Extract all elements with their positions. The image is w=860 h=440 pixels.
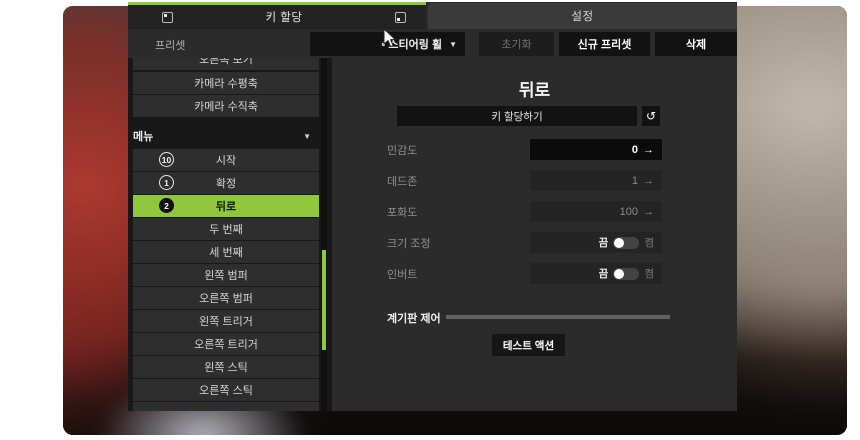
list-scrollbar-thumb[interactable] xyxy=(322,250,326,350)
reset-binding-button[interactable]: ↺ xyxy=(642,106,660,126)
preset-label: 프리셋 xyxy=(155,37,185,53)
list-item-back-selected[interactable]: 2 뒤로 xyxy=(133,195,319,217)
tab-key-assign-label: 키 할당 xyxy=(173,9,395,25)
list-item-right-bumper[interactable]: 오른쪽 범퍼 xyxy=(133,287,319,309)
preset-reset-button[interactable]: 초기화 xyxy=(479,32,554,56)
test-action-button[interactable]: 테스트 액션 xyxy=(492,334,565,356)
sensitivity-field[interactable]: 0 → xyxy=(530,139,662,160)
scaling-label: 크기 조정 xyxy=(387,232,527,253)
tab-key-assign[interactable]: 키 할당 xyxy=(128,5,426,29)
toggle-on-label: 켬 xyxy=(644,235,654,250)
list-item-start[interactable]: 10 시작 xyxy=(133,149,319,171)
list-item-left-bumper[interactable]: 왼쪽 범퍼 xyxy=(133,264,319,286)
increase-arrow-icon[interactable]: → xyxy=(643,175,654,187)
invert-label: 인버트 xyxy=(387,263,527,284)
toggle-switch[interactable] xyxy=(613,268,639,280)
increase-arrow-icon[interactable]: → xyxy=(643,144,654,156)
keyboard-device-icon xyxy=(162,12,173,23)
screen: 키 할당 설정 프리셋 • 스티어링 휠 ▼ 초기화 신규 프리셋 삭제 오른쪽… xyxy=(0,0,860,440)
toggle-knob xyxy=(614,269,624,279)
deadzone-label: 데드존 xyxy=(387,170,527,191)
list-item-camera-vertical[interactable]: 카메라 수직축 xyxy=(133,95,319,117)
list-item-right-trigger[interactable]: 오른쪽 트리거 xyxy=(133,333,319,355)
toggle-on-label: 켬 xyxy=(644,266,654,281)
saturation-field[interactable]: 100 → xyxy=(530,201,662,222)
action-list: 오른쪽 보기 카메라 수평축 카메라 수직축 메뉴 ▼ 10 시작 1 확정 2 xyxy=(128,58,332,411)
list-item-second[interactable]: 두 번째 xyxy=(133,218,319,240)
tab-settings[interactable]: 설정 xyxy=(428,3,737,29)
scaling-toggle-field[interactable]: 끔 켬 xyxy=(530,232,662,253)
button-10-badge: 10 xyxy=(159,152,174,167)
gamepad-device-icon xyxy=(395,12,406,23)
preset-delete-button[interactable]: 삭제 xyxy=(655,32,737,56)
increase-arrow-icon[interactable]: → xyxy=(643,206,654,218)
page-title: 뒤로 xyxy=(332,76,737,101)
undo-icon: ↺ xyxy=(646,109,656,123)
preset-toolbar: 프리셋 • 스티어링 휠 ▼ 초기화 신규 프리셋 삭제 xyxy=(128,29,737,58)
chevron-down-icon: ▼ xyxy=(303,132,311,141)
preset-new-button[interactable]: 신규 프리셋 xyxy=(559,32,650,56)
action-detail-panel: 뒤로 키 할당하기 ↺ 민감도 0 → 데드존 1 → 포화도 100 → 크기… xyxy=(332,58,737,411)
list-item-left-stick[interactable]: 왼쪽 스틱 xyxy=(133,356,319,378)
deadzone-field[interactable]: 1 → xyxy=(530,170,662,191)
menu-section-header[interactable]: 메뉴 ▼ xyxy=(133,125,319,147)
assign-key-button[interactable]: 키 할당하기 xyxy=(397,106,637,126)
list-item-camera-horizontal[interactable]: 카메라 수평축 xyxy=(133,72,319,94)
list-item-confirm[interactable]: 1 확정 xyxy=(133,172,319,194)
deadzone-value: 1 xyxy=(632,175,638,187)
tab-settings-label: 설정 xyxy=(571,8,593,24)
toggle-off-label: 끔 xyxy=(599,266,609,281)
dashboard-control-label: 계기판 제어 xyxy=(387,308,441,328)
button-1-badge: 1 xyxy=(159,175,174,190)
toggle-knob xyxy=(614,238,624,248)
mouse-cursor xyxy=(383,28,397,48)
toggle-switch[interactable] xyxy=(613,237,639,249)
list-item-left-trigger[interactable]: 왼쪽 트리거 xyxy=(133,310,319,332)
toggle-off-label: 끔 xyxy=(599,235,609,250)
dashboard-control-slider[interactable] xyxy=(446,315,670,319)
button-2-badge: 2 xyxy=(159,198,174,213)
list-item-look-right-partial[interactable]: 오른쪽 보기 xyxy=(133,58,319,70)
list-item-third[interactable]: 세 번째 xyxy=(133,241,319,263)
saturation-label: 포화도 xyxy=(387,201,527,222)
chevron-down-icon: ▼ xyxy=(449,40,457,49)
list-item-clipped[interactable] xyxy=(133,402,319,411)
input-settings-panel: 키 할당 설정 프리셋 • 스티어링 휠 ▼ 초기화 신규 프리셋 삭제 오른쪽… xyxy=(128,2,737,411)
sensitivity-label: 민감도 xyxy=(387,139,527,160)
list-scrollbar-track[interactable] xyxy=(321,58,327,411)
list-item-right-stick[interactable]: 오른쪽 스틱 xyxy=(133,379,319,401)
invert-toggle-field[interactable]: 끔 켬 xyxy=(530,263,662,284)
saturation-value: 100 xyxy=(620,206,638,218)
sensitivity-value: 0 xyxy=(632,144,638,156)
